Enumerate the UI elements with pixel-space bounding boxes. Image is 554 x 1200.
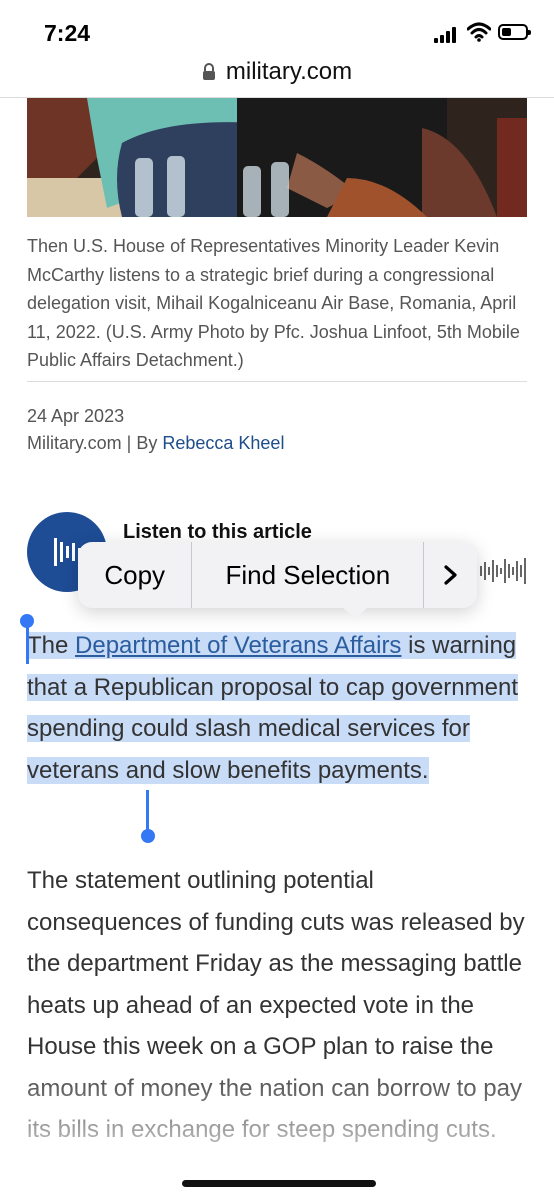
chevron-right-icon [444, 565, 457, 585]
menu-pointer [341, 606, 369, 619]
va-link[interactable]: Department of Veterans Affairs [75, 632, 401, 659]
find-selection-button[interactable]: Find Selection [192, 542, 423, 608]
text-selection-menu: Copy Find Selection [78, 542, 477, 619]
signal-icon [434, 27, 460, 43]
wifi-icon [467, 22, 491, 42]
article-paragraph: The statement outlining potential conseq… [27, 867, 525, 1143]
copy-button[interactable]: Copy [78, 542, 191, 608]
author-link[interactable]: Rebecca Kheel [162, 433, 284, 453]
byline-source: Military.com | By [27, 433, 163, 453]
caption-divider [27, 381, 527, 382]
battery-icon [498, 24, 531, 40]
selected-text: The Department of Veterans Affairs is wa… [27, 632, 518, 784]
photo-caption: Then U.S. House of Representatives Minor… [27, 236, 520, 370]
article-paragraph-selected[interactable]: The Department of Veterans Affairs is wa… [27, 625, 531, 791]
status-bar: 7:24 [0, 0, 554, 60]
audio-waveform-icon [480, 558, 526, 584]
selection-end-bar [146, 790, 149, 832]
more-options-button[interactable] [424, 542, 477, 608]
article-date: 24 Apr 2023 [27, 406, 125, 426]
url-text: military.com [225, 58, 353, 85]
address-bar[interactable]: military.com [0, 54, 554, 98]
selection-start-bar [26, 622, 29, 664]
para1-prefix: The [27, 632, 76, 659]
selection-end-handle[interactable] [141, 829, 155, 843]
lock-icon [202, 63, 215, 80]
status-time: 7:24 [44, 20, 91, 46]
listen-label: Listen to this article [123, 521, 312, 543]
article-photo [27, 98, 527, 217]
home-indicator[interactable] [182, 1180, 376, 1187]
byline: Military.com | By Rebecca Kheel [27, 433, 284, 454]
